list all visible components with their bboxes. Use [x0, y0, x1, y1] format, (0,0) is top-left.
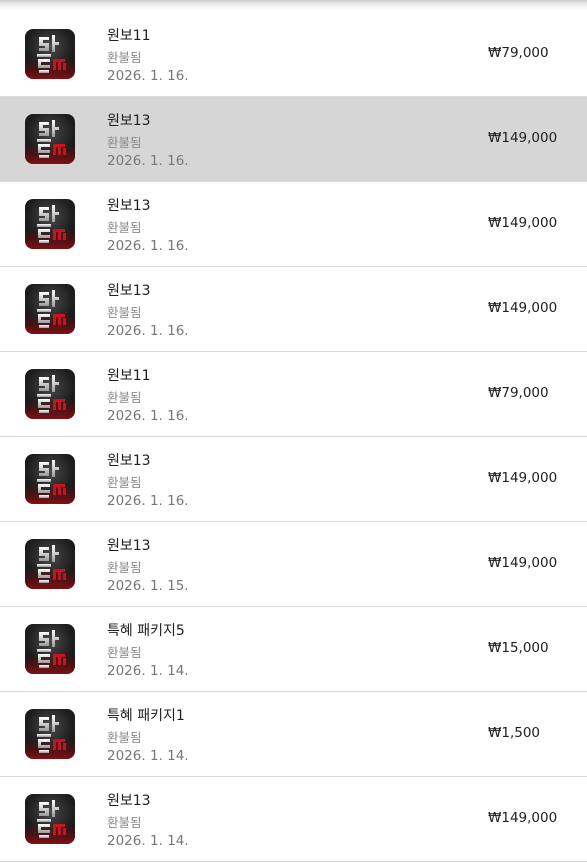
- refund-status: 환불됨: [107, 730, 142, 745]
- lineage-app-icon: [25, 29, 75, 79]
- lineage-app-icon: [25, 199, 75, 249]
- refund-status: 환불됨: [107, 50, 142, 65]
- purchase-date: 2026. 1. 14.: [107, 833, 189, 849]
- lineage-app-icon: [25, 624, 75, 674]
- item-price: ₩149,000: [488, 215, 558, 231]
- purchase-date: 2026. 1. 16.: [107, 323, 189, 339]
- purchase-row[interactable]: 원보13 환불됨 2026. 1. 16. ₩149,000: [0, 182, 587, 267]
- item-price: ₩79,000: [488, 45, 549, 61]
- purchase-date: 2026. 1. 14.: [107, 748, 189, 764]
- item-price: ₩15,000: [488, 640, 549, 656]
- item-title: 원보11: [107, 368, 151, 384]
- refund-status: 환불됨: [107, 815, 142, 830]
- refund-status: 환불됨: [107, 390, 142, 405]
- purchase-row[interactable]: 특혜 패키지1 환불됨 2026. 1. 14. ₩1,500: [0, 692, 587, 777]
- top-shadow: [0, 0, 587, 12]
- purchase-date: 2026. 1. 15.: [107, 578, 189, 594]
- lineage-app-icon: [25, 114, 75, 164]
- lineage-app-icon: [25, 539, 75, 589]
- item-price: ₩149,000: [488, 300, 558, 316]
- purchase-row[interactable]: 특혜 패키지5 환불됨 2026. 1. 14. ₩15,000: [0, 607, 587, 692]
- item-title: 원보13: [107, 453, 151, 469]
- item-price: ₩149,000: [488, 555, 558, 571]
- purchase-date: 2026. 1. 16.: [107, 238, 189, 254]
- refund-status: 환불됨: [107, 645, 142, 660]
- item-price: ₩79,000: [488, 385, 549, 401]
- purchase-date: 2026. 1. 16.: [107, 153, 189, 169]
- item-title: 원보13: [107, 198, 151, 214]
- purchase-row[interactable]: 원보13 환불됨 2026. 1. 14. ₩149,000: [0, 777, 587, 862]
- lineage-app-icon: [25, 369, 75, 419]
- refund-status: 환불됨: [107, 220, 142, 235]
- lineage-app-icon: [25, 284, 75, 334]
- purchase-row[interactable]: 원보13 환불됨 2026. 1. 16. ₩149,000: [0, 267, 587, 352]
- item-title: 원보11: [107, 28, 151, 44]
- item-price: ₩149,000: [488, 810, 558, 826]
- purchase-row[interactable]: 원보13 환불됨 2026. 1. 16. ₩149,000: [0, 437, 587, 522]
- item-price: ₩149,000: [488, 130, 558, 146]
- purchase-row[interactable]: 원보11 환불됨 2026. 1. 16. ₩79,000: [0, 352, 587, 437]
- purchase-date: 2026. 1. 14.: [107, 663, 189, 679]
- item-title: 원보13: [107, 113, 151, 129]
- refund-status: 환불됨: [107, 560, 142, 575]
- purchase-row[interactable]: 원보13 환불됨 2026. 1. 16. ₩149,000: [0, 97, 587, 182]
- item-price: ₩149,000: [488, 470, 558, 486]
- item-title: 원보13: [107, 793, 151, 809]
- item-title: 특혜 패키지5: [107, 623, 185, 639]
- refund-status: 환불됨: [107, 135, 142, 150]
- refund-status: 환불됨: [107, 305, 142, 320]
- purchase-date: 2026. 1. 16.: [107, 408, 189, 424]
- lineage-app-icon: [25, 454, 75, 504]
- lineage-app-icon: [25, 709, 75, 759]
- purchase-date: 2026. 1. 16.: [107, 493, 189, 509]
- item-title: 원보13: [107, 538, 151, 554]
- purchase-history-list: 원보11 환불됨 2026. 1. 16. ₩79,000 원보13 환불됨 2…: [0, 12, 587, 862]
- purchase-row[interactable]: 원보13 환불됨 2026. 1. 15. ₩149,000: [0, 522, 587, 607]
- lineage-app-icon: [25, 794, 75, 844]
- refund-status: 환불됨: [107, 475, 142, 490]
- purchase-row[interactable]: 원보11 환불됨 2026. 1. 16. ₩79,000: [0, 12, 587, 97]
- item-title: 원보13: [107, 283, 151, 299]
- item-price: ₩1,500: [488, 725, 540, 741]
- purchase-date: 2026. 1. 16.: [107, 68, 189, 84]
- item-title: 특혜 패키지1: [107, 708, 185, 724]
